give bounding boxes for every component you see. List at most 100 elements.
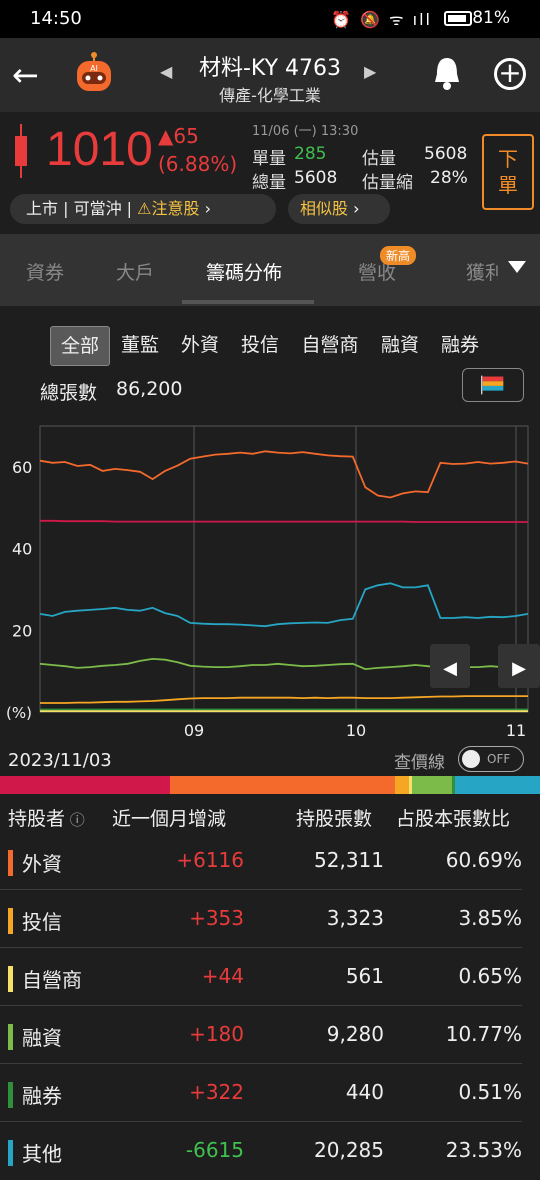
total-shares-value: 86,200 <box>116 378 183 400</box>
add-watchlist-icon[interactable]: + <box>494 58 526 90</box>
tab-dropdown-button[interactable] <box>498 234 540 306</box>
similar-stocks-button[interactable]: 相似股 › <box>288 194 390 224</box>
ref-line-toggle[interactable]: OFF <box>458 746 524 772</box>
help-icon[interactable]: ⓘ <box>65 811 85 829</box>
col-holder-label: 持股者 <box>8 808 66 830</box>
month-change: +44 <box>201 964 244 988</box>
share-pct: 60.69% <box>445 848 522 872</box>
bell-icon[interactable] <box>430 54 464 94</box>
tab-margin[interactable]: 資券 <box>26 258 64 285</box>
share-bar-segment <box>0 776 170 794</box>
tab-chip-distribution[interactable]: 籌碼分佈 <box>206 258 282 285</box>
chip-distribution-panel: 全部 董監 外資 投信 自營商 融資 融券 總張數 86,200 09 10 11 6… <box>0 306 540 1170</box>
y-unit-label: (%) <box>6 704 32 722</box>
share-bar-segment <box>170 776 395 794</box>
toggle-knob <box>462 750 480 768</box>
market-tags: 上市 | 可當沖 | <box>26 199 133 218</box>
battery-level: 81% <box>472 8 510 28</box>
battery-icon <box>444 11 472 26</box>
chevron-right-icon: › <box>204 199 211 218</box>
color-marker <box>8 1024 13 1050</box>
color-marker <box>8 1082 13 1108</box>
color-marker <box>8 850 13 876</box>
holder-name: 其他 <box>22 1142 62 1166</box>
y-tick-label: 60 <box>12 458 32 477</box>
share-bar-segment <box>411 776 452 794</box>
table-row[interactable]: 投信 +353 3,323 3.85% <box>0 890 540 948</box>
series-line <box>39 582 529 628</box>
color-marker <box>8 1140 13 1166</box>
x-tick-label: 09 <box>184 721 204 740</box>
holding-ratio-chart[interactable]: 09 10 11 60 40 20 (%) ◀ ▶ <box>0 412 540 742</box>
y-tick-label: 40 <box>12 540 32 559</box>
month-change: +180 <box>189 1022 244 1046</box>
est-value: 5608 <box>424 144 468 164</box>
share-pct: 23.53% <box>445 1138 522 1162</box>
segment-short[interactable]: 融券 <box>432 326 488 366</box>
chart-style-icon[interactable] <box>462 368 524 402</box>
triangle-down-icon <box>508 261 526 273</box>
table-row[interactable]: 其他 -6615 20,285 23.53% <box>0 1122 540 1180</box>
status-icons: ⏰ 🔕 ᯤ ıll <box>330 10 432 29</box>
month-change: +322 <box>189 1080 244 1104</box>
order-button[interactable]: 下單 <box>482 134 534 210</box>
last-price: 1010 <box>46 123 153 176</box>
series-line <box>40 519 528 523</box>
table-row[interactable]: 融券 +322 440 0.51% <box>0 1064 540 1122</box>
holder-name: 投信 <box>22 910 62 934</box>
vol-value: 285 <box>294 144 327 164</box>
shares-held: 20,285 <box>314 1138 384 1162</box>
active-tab-indicator <box>182 300 314 304</box>
segment-all[interactable]: 全部 <box>50 326 110 366</box>
new-high-badge: 新高 <box>380 246 417 265</box>
stock-tags[interactable]: 上市 | 可當沖 | ⚠注意股 › <box>10 194 276 224</box>
selected-date: 2023/11/03 <box>8 750 112 771</box>
ref-line-label: 查價線 <box>394 753 445 773</box>
warning-tag: ⚠注意股 <box>137 199 200 218</box>
app-header: ← AI ◀ 材料-KY 4763 傳產-化學工業 ▶ + <box>0 38 540 112</box>
month-change: -6615 <box>185 1138 244 1162</box>
status-time: 14:50 <box>30 8 82 29</box>
table-row[interactable]: 外資 +6116 52,311 60.69% <box>0 832 540 890</box>
series-line <box>39 450 529 499</box>
segment-margin[interactable]: 融資 <box>372 326 428 366</box>
series-line <box>40 695 528 704</box>
share-bar-segment <box>454 776 540 794</box>
holder-name: 融資 <box>22 1026 62 1050</box>
y-tick-label: 20 <box>12 621 32 640</box>
shrink-value: 28% <box>430 168 468 188</box>
status-bar: 14:50 ⏰ 🔕 ᯤ ıll 81% <box>0 0 540 38</box>
quote-panel: 1010 ▲65 (6.88%) 11/06 (一) 13:30 單量 285 … <box>0 112 540 234</box>
share-pct: 0.51% <box>458 1080 522 1104</box>
price-change: ▲65 <box>158 124 199 148</box>
next-stock-arrow-icon[interactable]: ▶ <box>364 62 376 81</box>
segment-dealer[interactable]: 自營商 <box>292 326 368 366</box>
table-row[interactable]: 自營商 +44 561 0.65% <box>0 948 540 1006</box>
holder-name: 外資 <box>22 852 62 876</box>
col-pct: 占股本張數比 <box>396 808 511 830</box>
x-tick-label: 11 <box>506 721 526 740</box>
total-vol-value: 5608 <box>294 168 338 188</box>
shares-held: 440 <box>345 1080 384 1104</box>
quote-datetime: 11/06 (一) 13:30 <box>252 124 359 139</box>
total-shares-label: 總張數 <box>40 382 98 404</box>
holder-name: 融券 <box>22 1084 62 1108</box>
segment-trust[interactable]: 投信 <box>232 326 288 366</box>
color-marker <box>8 908 13 934</box>
table-row[interactable]: 融資 +180 9,280 10.77% <box>0 1006 540 1064</box>
segment-foreign[interactable]: 外資 <box>172 326 228 366</box>
col-shares: 持股張數 <box>296 808 373 830</box>
shares-held: 52,311 <box>314 848 384 872</box>
order-button-label: 下單 <box>498 147 518 197</box>
tab-major-holders[interactable]: 大戶 <box>116 258 154 285</box>
chart-prev-arrow-icon: ◀ <box>443 658 457 679</box>
x-tick-label: 10 <box>346 721 366 740</box>
toggle-state: OFF <box>487 752 511 766</box>
segment-directors[interactable]: 董監 <box>112 326 168 366</box>
holder-name: 自營商 <box>22 968 82 992</box>
share-bar-segment <box>394 776 409 794</box>
share-pct: 0.65% <box>458 964 522 988</box>
shares-held: 561 <box>345 964 384 988</box>
share-pct: 10.77% <box>445 1022 522 1046</box>
col-month-change: 近一個月增減 <box>112 808 227 830</box>
